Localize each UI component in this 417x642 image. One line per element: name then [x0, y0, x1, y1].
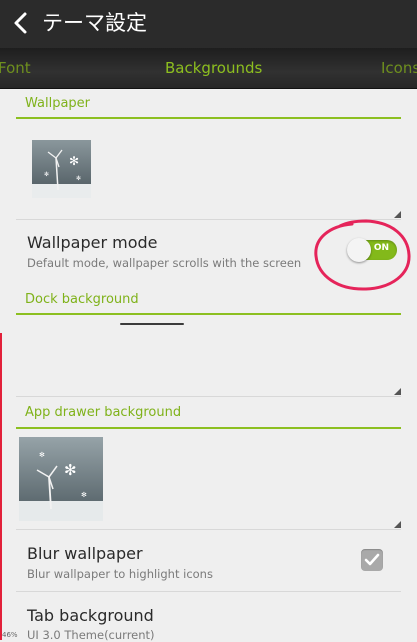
row-divider: [16, 591, 401, 592]
app-drawer-thumbnail[interactable]: ✻ ✻ ✻: [19, 437, 103, 521]
svg-text:✻: ✻: [64, 461, 77, 479]
blur-wallpaper-checkbox[interactable]: [361, 549, 383, 571]
blur-wallpaper-title: Blur wallpaper: [27, 544, 143, 563]
toggle-knob: [347, 238, 371, 262]
expand-corner-icon: [394, 521, 401, 528]
svg-text:✻: ✻: [39, 451, 45, 459]
tab-background-title: Tab background: [27, 606, 154, 625]
battery-percent: 46%: [2, 631, 18, 639]
wallpaper-section-title: Wallpaper: [25, 96, 91, 111]
app-drawer-section-title: App drawer background: [25, 405, 182, 420]
tab-font[interactable]: Font: [0, 58, 31, 78]
back-chevron-icon[interactable]: [10, 10, 32, 36]
wallpaper-mode-toggle[interactable]: ON: [347, 238, 397, 262]
expand-corner-icon: [394, 388, 401, 395]
app-bar: テーマ設定: [0, 0, 417, 48]
check-icon: [364, 553, 380, 566]
row-divider: [16, 219, 401, 220]
wallpaper-thumbnail[interactable]: ✻ ✻ ✻: [32, 140, 91, 198]
page-title: テーマ設定: [42, 11, 147, 35]
wallpaper-section-divider: [16, 117, 401, 119]
app-drawer-section-divider: [16, 427, 401, 429]
dock-section-divider: [16, 313, 401, 315]
toggle-state-label: ON: [373, 243, 389, 253]
wallpaper-mode-subtitle: Default mode, wallpaper scrolls with the…: [27, 256, 302, 270]
dock-background-preview[interactable]: [120, 323, 184, 325]
app-drawer-preview-image: ✻ ✻ ✻: [19, 437, 103, 521]
tab-bar: Font Backgrounds Icons: [0, 48, 417, 89]
svg-text:✻: ✻: [44, 171, 49, 178]
svg-text:✻: ✻: [76, 175, 81, 182]
svg-text:✻: ✻: [81, 491, 87, 499]
wallpaper-mode-title: Wallpaper mode: [27, 233, 158, 252]
svg-text:✻: ✻: [69, 154, 79, 168]
dock-section-title: Dock background: [25, 292, 139, 307]
tab-icons[interactable]: Icons: [381, 58, 417, 78]
edge-indicator-bar: [0, 333, 2, 640]
row-divider: [16, 396, 401, 397]
blur-wallpaper-subtitle: Blur wallpaper to highlight icons: [27, 567, 213, 581]
row-divider: [16, 529, 401, 530]
expand-corner-icon: [394, 211, 401, 218]
tab-backgrounds[interactable]: Backgrounds: [165, 58, 262, 78]
wallpaper-preview-image: ✻ ✻ ✻: [32, 140, 91, 198]
